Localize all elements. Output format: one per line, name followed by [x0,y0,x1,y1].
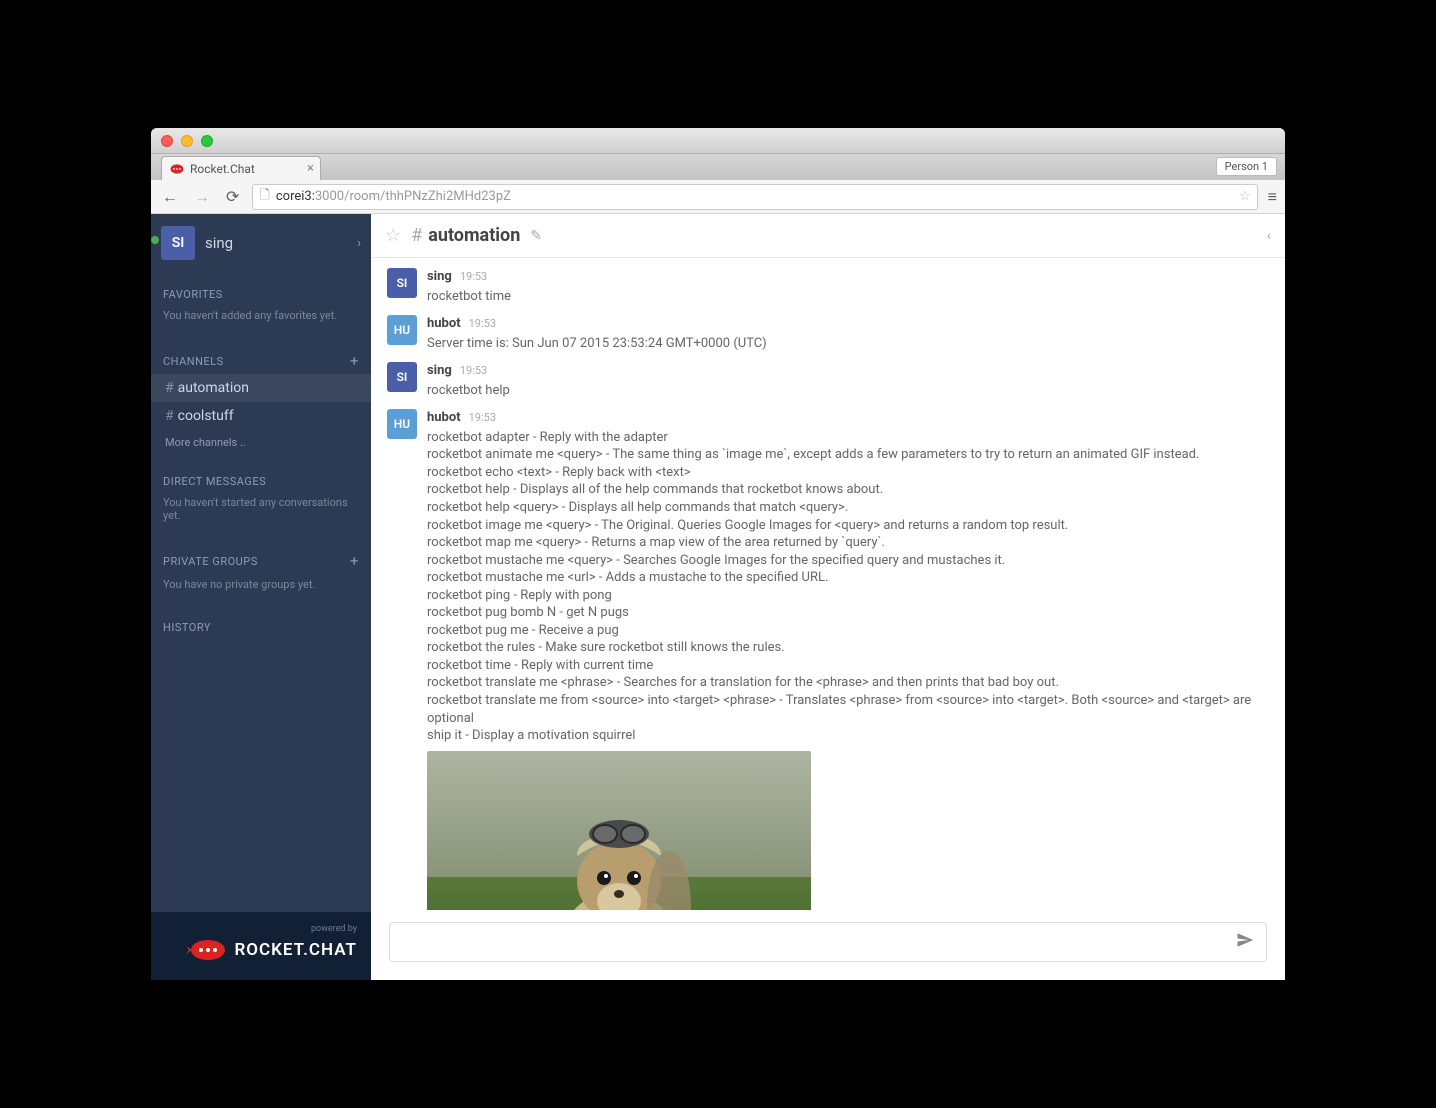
sidebar-footer: powered by ROCKET.CHAT [151,912,371,980]
message-avatar: HU [387,409,417,439]
forward-button: → [191,187,213,207]
add-channel-icon[interactable]: + [350,352,359,370]
message-list: SI sing 19:53 rocketbot time HU hubot 19:53 Ser… [371,258,1285,910]
rocketchat-app: SI sing › FAVORITES You haven't added an… [151,214,1285,980]
favorites-heading: FAVORITES [163,280,359,305]
maximize-icon[interactable] [201,135,213,147]
sidebar: SI sing › FAVORITES You haven't added an… [151,214,371,980]
groups-section: PRIVATE GROUPS + You have no private gro… [151,536,371,605]
channel-item-automation[interactable]: #automation [151,374,371,402]
url-path: 3000/room/thhPNzZhi2MHd23pZ [315,189,511,204]
groups-heading: PRIVATE GROUPS + [163,544,359,574]
channel-item-coolstuff[interactable]: #coolstuff [151,402,371,430]
send-icon[interactable] [1236,931,1254,953]
favorites-empty: You haven't added any favorites yet. [163,305,359,332]
sidebar-user[interactable]: SI sing › [151,214,371,272]
status-dot-icon [151,236,159,244]
message-avatar: HU [387,315,417,345]
user-avatar: SI [161,226,195,260]
tab-title: Rocket.Chat [190,162,255,176]
message-text: rocketbot help [427,382,1269,400]
message-user: hubot [427,409,461,427]
message-avatar: SI [387,268,417,298]
message-user: sing [427,362,452,380]
back-button[interactable]: ← [159,187,181,207]
url-host: corei3: [276,189,315,204]
message-body: hubot 19:53 Server time is: Sun Jun 07 201… [427,315,1269,352]
traffic-lights [161,135,213,147]
reload-button[interactable]: ⟳ [223,187,242,206]
tab-close-icon[interactable]: × [307,161,314,176]
page-icon: 🗋 [259,186,269,208]
minimize-icon[interactable] [181,135,193,147]
collapse-panel-icon[interactable]: ‹ [1267,228,1271,244]
message-time: 19:53 [460,364,487,379]
bookmark-star-icon[interactable]: ☆ [1239,189,1251,204]
favorites-section: FAVORITES You haven't added any favorite… [151,272,371,336]
channel-name: automation [178,380,249,396]
channels-heading: CHANNELS + [163,344,359,374]
add-group-icon[interactable]: + [350,552,359,570]
browser-tab[interactable]: Rocket.Chat × [161,156,321,180]
profile-badge[interactable]: Person 1 [1216,157,1277,176]
edit-room-icon[interactable]: ✎ [530,228,542,244]
brand-text: ROCKET.CHAT [234,940,357,960]
message-time: 19:53 [460,270,487,285]
message-text: Server time is: Sun Jun 07 2015 23:53:24… [427,335,1269,353]
message-user: hubot [427,315,461,333]
squirrel-icon [529,786,709,910]
dms-empty: You haven't started any conversations ye… [163,492,359,532]
rocket-icon [186,938,226,962]
user-name: sing [205,234,233,252]
message-attachment-image[interactable] [427,751,811,910]
message-row: SI sing 19:53 rocketbot help [387,362,1269,399]
hash-icon: # [165,380,174,396]
message-text: rocketbot adapter - Reply with the adapt… [427,429,1269,745]
dms-section: DIRECT MESSAGES You haven't started any … [151,459,371,536]
powered-by-label: powered by [165,924,357,934]
message-row: HU hubot 19:53 rocketbot adapter - Reply wi… [387,409,1269,910]
message-row: SI sing 19:53 rocketbot time [387,268,1269,305]
window-titlebar [151,128,1285,154]
chevron-right-icon: › [357,236,361,251]
channels-section: CHANNELS + #automation#coolstuff More ch… [151,336,371,459]
favicon-icon [170,162,184,176]
message-composer [371,910,1285,980]
message-input[interactable] [402,934,1236,950]
message-time: 19:53 [469,317,496,332]
close-icon[interactable] [161,135,173,147]
more-channels-link[interactable]: More channels .. [163,430,359,455]
browser-window: Rocket.Chat × Person 1 ← → ⟳ 🗋 corei3:30… [151,128,1285,980]
browser-toolbar: ← → ⟳ 🗋 corei3:3000/room/thhPNzZhi2MHd23… [151,180,1285,214]
message-user: sing [427,268,452,286]
message-time: 19:53 [469,411,496,426]
message-body: sing 19:53 rocketbot help [427,362,1269,399]
history-section: HISTORY [151,605,371,642]
room-header: ☆ # automation ✎ ‹ [371,214,1285,258]
channel-name: coolstuff [178,408,234,424]
room-title: # automation [411,225,520,246]
message-row: HU hubot 19:53 Server time is: Sun Jun 07 2… [387,315,1269,352]
rocketchat-logo[interactable]: ROCKET.CHAT [165,938,357,962]
tab-strip: Rocket.Chat × Person 1 [151,154,1285,180]
composer-box[interactable] [389,922,1267,962]
message-body: hubot 19:53 rocketbot adapter - Reply with… [427,409,1269,910]
hash-icon: # [165,408,174,424]
hash-icon: # [411,225,422,246]
groups-empty: You have no private groups yet. [163,574,359,601]
message-body: sing 19:53 rocketbot time [427,268,1269,305]
channel-list: #automation#coolstuff [151,374,371,430]
message-text: rocketbot time [427,288,1269,306]
address-bar[interactable]: 🗋 corei3:3000/room/thhPNzZhi2MHd23pZ ☆ [252,184,1257,210]
dms-heading: DIRECT MESSAGES [163,467,359,492]
browser-menu-icon[interactable]: ≡ [1268,187,1277,207]
history-heading: HISTORY [163,613,359,638]
room-name: automation [428,225,520,246]
message-avatar: SI [387,362,417,392]
favorite-star-icon[interactable]: ☆ [385,225,401,246]
main-panel: ☆ # automation ✎ ‹ SI sing 19:53 rocketbot … [371,214,1285,980]
